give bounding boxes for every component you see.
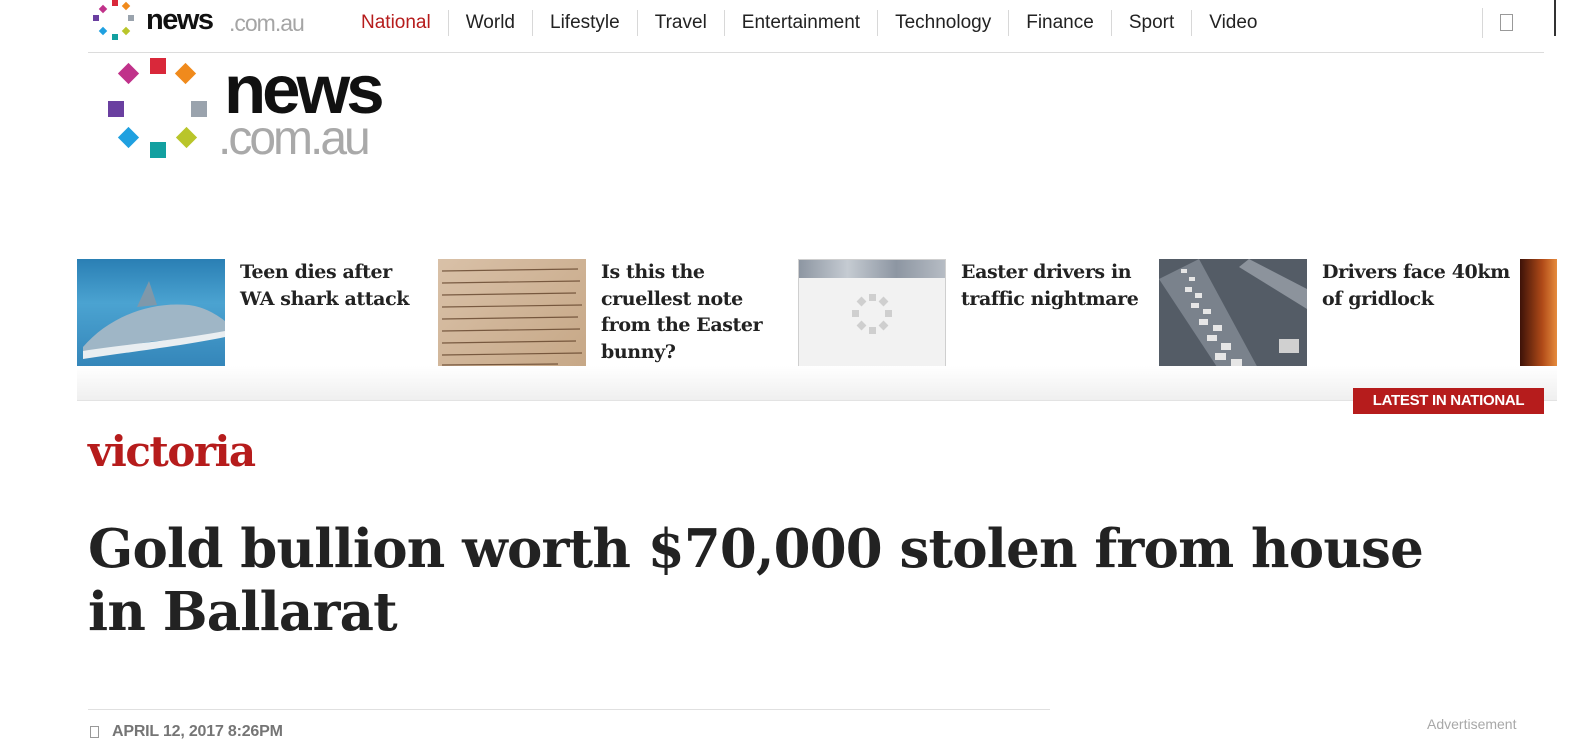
nav-video[interactable]: Video [1191,10,1274,36]
nav-world[interactable]: World [447,10,532,36]
strip-shadow [77,366,1557,400]
masthead-dots-icon [108,58,207,158]
nav-finance[interactable]: Finance [1008,10,1111,36]
story-headline[interactable]: Drivers face 40km of gridlock [1322,259,1512,312]
scrollbar-edge [1554,0,1556,36]
advertisement-label: Advertisement [1427,716,1517,732]
latest-in-national-button[interactable]: LATEST IN NATIONAL [1353,388,1544,414]
section-label[interactable]: victoria [88,424,256,480]
story-card[interactable]: Drivers face 40km of gridlock [1159,259,1512,371]
nav-lifestyle[interactable]: Lifestyle [532,10,637,36]
story-thumbnail-note[interactable] [438,259,586,370]
story-card-partial[interactable] [1520,259,1557,371]
nav-divider [1482,8,1483,38]
logo-dots-icon [93,0,134,40]
story-card[interactable]: Teen dies after WA shark attack [77,259,427,371]
masthead-domain: .com.au [218,112,371,165]
story-headline[interactable]: Teen dies after WA shark attack [240,259,430,312]
story-headline[interactable]: Easter drivers in traffic nightmare [961,259,1151,312]
story-strip: Teen dies after WA shark attack Is this … [77,259,1557,371]
handwritten-note-image [441,268,583,366]
thumbnail-preview-strip [799,260,945,278]
header-logo-domain: .com.au [229,10,305,36]
nav-entertainment[interactable]: Entertainment [723,10,877,36]
nav-technology[interactable]: Technology [877,10,1008,36]
strip-divider [77,400,1557,401]
story-thumbnail-shark[interactable] [77,259,225,370]
story-thumbnail-loading[interactable] [798,259,946,370]
top-navigation: news .com.au National World Lifestyle Tr… [0,0,1591,54]
masthead-logo[interactable]: news .com.au [104,55,424,166]
traffic-image [1159,259,1307,370]
article-title: Gold bullion worth $70,000 stolen from h… [88,518,1424,643]
nav-travel[interactable]: Travel [636,10,724,36]
publish-date: APRIL 12, 2017 8:26PM [112,723,283,740]
clock-icon [90,726,99,738]
shark-image [83,281,225,359]
story-card[interactable]: Easter drivers in traffic nightmare [798,259,1148,371]
nav-national[interactable]: National [344,10,448,36]
story-headline[interactable]: Is this the cruellest note from the East… [601,259,791,365]
header-logo[interactable]: news .com.au [92,0,322,44]
search-icon[interactable] [1500,14,1513,31]
main-nav: National World Lifestyle Travel Entertai… [344,8,1275,38]
nav-sport[interactable]: Sport [1110,10,1191,36]
story-thumbnail-traffic[interactable] [1159,259,1307,370]
story-card[interactable]: Is this the cruellest note from the East… [438,259,788,371]
meta-divider [88,709,1050,710]
story-thumbnail-partial[interactable] [1520,259,1557,370]
header-logo-news: news [146,4,214,36]
